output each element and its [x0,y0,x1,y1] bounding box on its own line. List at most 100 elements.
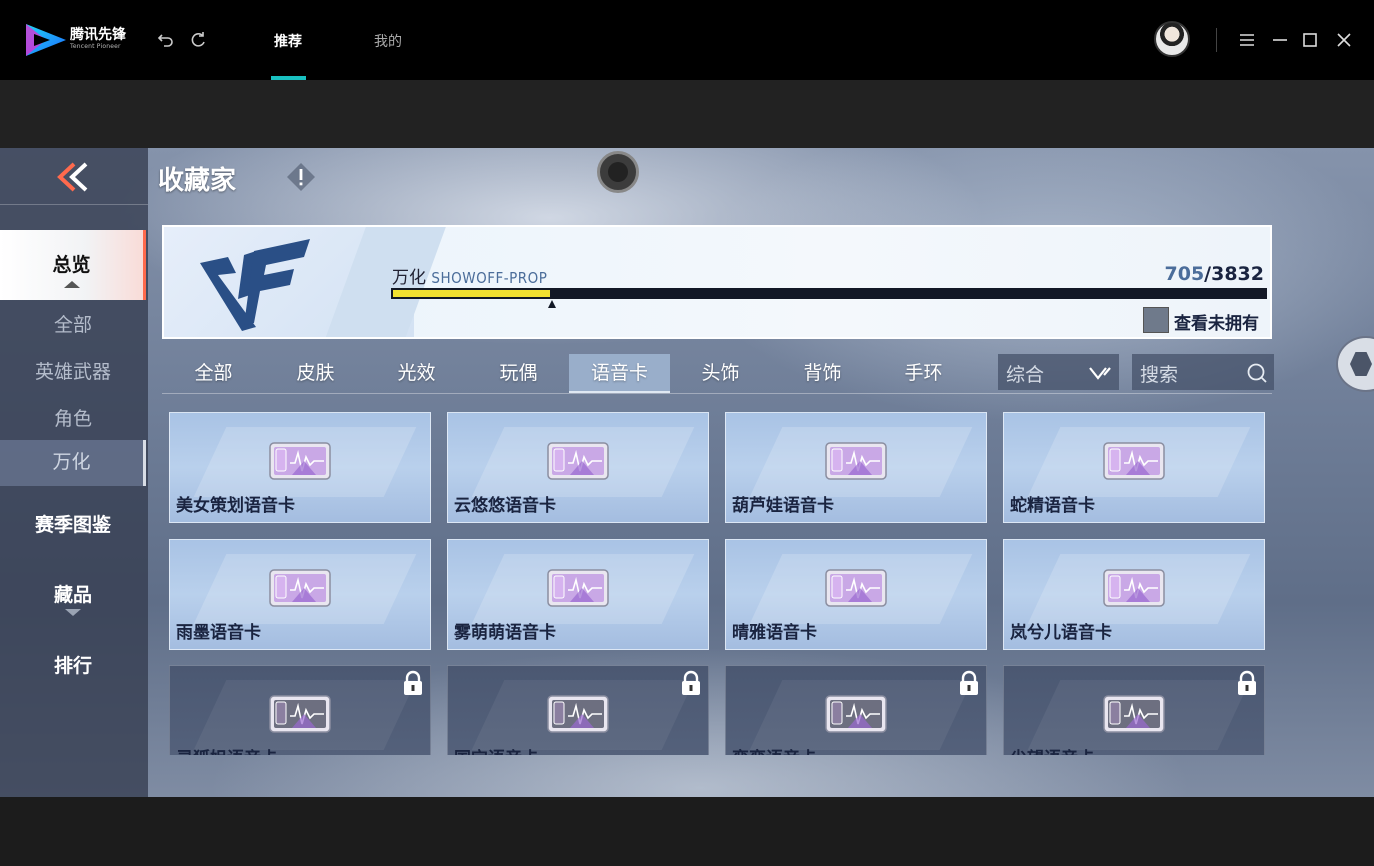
voice-card-item[interactable]: 雨墨语音卡 [169,539,431,650]
side-hexagon-button[interactable] [1336,336,1374,392]
card-name: 尖望语音卡 [1010,744,1095,755]
back-chevron-icon[interactable] [52,160,92,194]
voice-card-icon [547,442,609,480]
collector-sidebar: 总览 全部 英雄武器 角色 万化 赛季图鉴 藏品 排行 [0,148,148,797]
progress-count: 705/3832 [1165,263,1265,285]
refresh-icon[interactable] [188,30,208,50]
voice-card-item[interactable]: 灵狐姐语音卡 [169,665,431,755]
close-icon[interactable] [1334,30,1354,50]
expand-triangle-icon [65,609,81,616]
tab-backwear[interactable]: 背饰 [772,354,873,392]
crossfire-logo-icon [200,239,310,331]
collapse-triangle-icon [63,281,80,288]
voice-card-item[interactable]: 雾萌萌语音卡 [447,539,709,650]
info-icon[interactable] [286,162,316,192]
launcher-footer-area [0,797,1374,866]
progress-bar [391,288,1267,299]
tab-recommend[interactable]: 推荐 [274,31,302,51]
launcher-titlebar: 腾讯先锋 Tencent Pioneer 推荐 我的 [0,0,1374,80]
avatar[interactable] [1154,21,1190,57]
voice-card-icon [547,695,609,733]
voice-card-item[interactable]: 晴雅语音卡 [725,539,987,650]
sidebar-item-season-atlas[interactable]: 赛季图鉴 [0,510,146,537]
tab-headwear[interactable]: 头饰 [670,354,771,392]
sort-selected-label: 综合 [1006,364,1045,386]
card-name: 雾萌萌语音卡 [454,623,556,643]
chevron-down-icon [1089,367,1111,380]
voice-card-icon [269,695,331,733]
voice-card-icon [269,569,331,607]
sidebar-item-characters[interactable]: 角色 [0,404,146,431]
voice-card-icon [825,695,887,733]
card-name: 岚兮儿语音卡 [1010,623,1112,643]
sidebar-item-ranking[interactable]: 排行 [0,651,146,678]
voice-card-item[interactable]: 云悠悠语音卡 [447,412,709,523]
voice-card-item[interactable]: 蛇精语音卡 [1003,412,1265,523]
card-name: 葫芦娃语音卡 [732,496,834,516]
progress-current: 705 [1164,263,1205,285]
page-title: 收藏家 [158,166,237,196]
tab-effects[interactable]: 光效 [366,354,467,392]
tab-all[interactable]: 全部 [163,354,264,392]
progress-name-cn: 万化 [392,268,426,288]
tencent-pioneer-logo-icon [26,24,66,56]
search-placeholder: 搜索 [1140,364,1179,386]
card-name: 灵狐姐语音卡 [176,744,278,755]
lock-icon [404,670,422,695]
voice-card-item[interactable]: 国宝语音卡 [447,665,709,755]
card-name: 国宝语音卡 [454,744,539,755]
search-input[interactable]: 搜索 [1132,354,1274,390]
sidebar-item-hero-weapons[interactable]: 英雄武器 [0,357,146,384]
lock-icon [1238,670,1256,695]
card-name: 云悠悠语音卡 [454,496,556,516]
voice-card-icon [269,442,331,480]
sidebar-divider [0,204,148,205]
sidebar-item-label: 总览 [52,254,91,276]
voice-card-icon [1103,695,1165,733]
app-name-cn: 腾讯先锋 [70,27,126,43]
sidebar-item-wanhua[interactable]: 万化 [0,440,146,486]
card-name: 雨墨语音卡 [176,623,261,643]
voice-card-item[interactable]: 美女策划语音卡 [169,412,431,523]
progress-name-en: SHOWOFF-PROP [431,269,548,287]
tab-voice-cards[interactable]: 语音卡 [569,354,670,393]
card-name: 晴雅语音卡 [732,623,817,643]
voice-card-icon [547,569,609,607]
show-unowned-label[interactable]: 查看未拥有 [1174,309,1259,334]
show-unowned-checkbox[interactable] [1143,307,1169,333]
progress-fill [391,288,553,299]
voice-card-item[interactable]: 岚兮儿语音卡 [1003,539,1265,650]
tab-skins[interactable]: 皮肤 [265,354,366,392]
record-button[interactable] [597,151,639,193]
voice-card-icon [825,569,887,607]
minimize-icon[interactable] [1270,30,1290,50]
sidebar-item-label: 藏品 [53,584,92,606]
launcher-header-gap [0,80,1374,148]
back-arrow-icon[interactable] [156,30,176,50]
voice-card-item[interactable]: 尖望语音卡 [1003,665,1265,755]
sidebar-item-all[interactable]: 全部 [0,310,146,337]
app-name-en: Tencent Pioneer [70,43,121,50]
tab-bracelets[interactable]: 手环 [873,354,974,392]
voice-card-item[interactable]: 蛮蛮语音卡 [725,665,987,755]
sidebar-item-collectibles[interactable]: 藏品 [0,580,146,616]
search-icon[interactable] [1246,362,1268,384]
progress-total: /3832 [1204,263,1264,285]
tab-dolls[interactable]: 玩偶 [468,354,569,392]
voice-card-grid: 美女策划语音卡 云悠悠语音卡 葫芦娃语音卡 蛇精语音卡雨墨语音卡 雾萌萌语音卡 晴雅语音卡… [169,412,1266,755]
voice-card-item[interactable]: 葫芦娃语音卡 [725,412,987,523]
lock-icon [960,670,978,695]
card-name: 蛇精语音卡 [1010,496,1095,516]
progress-marker-icon [548,300,557,308]
app-name: 腾讯先锋 Tencent Pioneer [70,27,126,51]
menu-icon[interactable] [1237,30,1257,50]
sidebar-item-overview[interactable]: 总览 [0,230,146,300]
sort-dropdown[interactable]: 综合 [998,354,1119,390]
titlebar-divider [1216,28,1217,52]
maximize-icon[interactable] [1300,30,1320,50]
voice-card-icon [825,442,887,480]
card-name: 美女策划语音卡 [176,496,295,516]
tab-mine[interactable]: 我的 [374,31,402,51]
game-screen: 总览 全部 英雄武器 角色 万化 赛季图鉴 藏品 排行 收藏家 万化 SHOWO… [0,148,1374,797]
collection-progress-banner: 万化 SHOWOFF-PROP 705/3832 查看未拥有 [162,225,1272,339]
